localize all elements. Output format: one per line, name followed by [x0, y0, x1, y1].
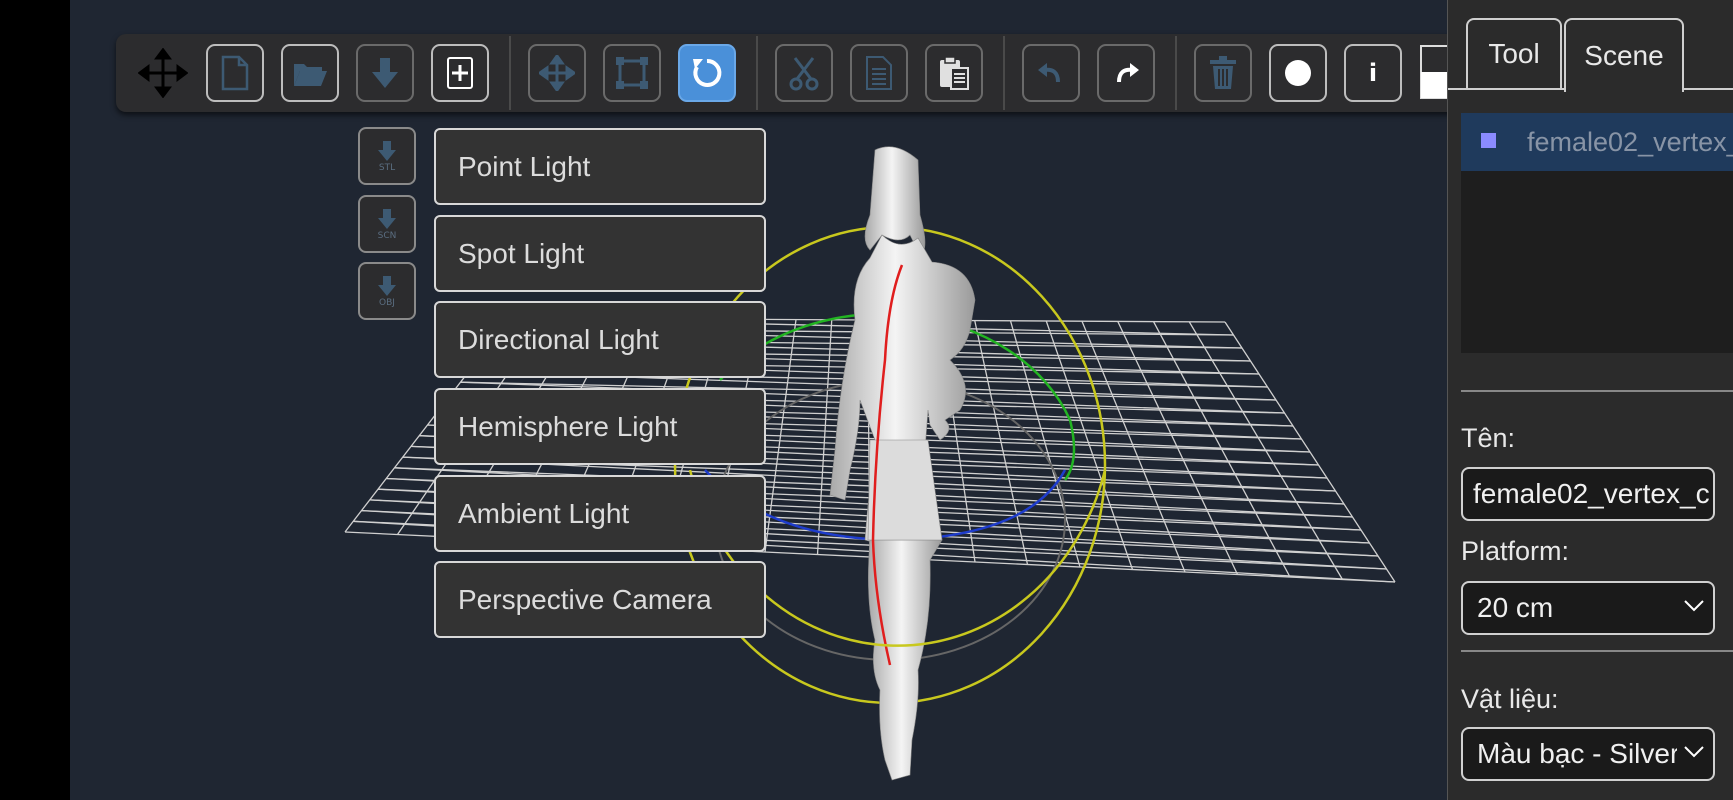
translate-button[interactable]	[528, 44, 586, 102]
material-value: Màu bạc - Silver	[1477, 738, 1677, 769]
download-icon	[378, 140, 396, 161]
chevron-down-icon	[1684, 600, 1704, 612]
mesh-color-swatch	[1481, 133, 1496, 148]
name-input[interactable]: female02_vertex_c	[1461, 467, 1715, 521]
rotate-button[interactable]	[678, 44, 736, 102]
paste-button[interactable]	[925, 44, 983, 102]
menu-item-hemisphere-light[interactable]: Hemisphere Light	[434, 388, 766, 465]
download-stl-button[interactable]: STL	[358, 127, 416, 185]
scene-list-item[interactable]: female02_vertex_c	[1461, 113, 1733, 171]
download-format-label: SCN	[377, 230, 397, 241]
sphere-button[interactable]	[1269, 44, 1327, 102]
scene-list: female02_vertex_c	[1461, 113, 1733, 353]
main-toolbar: i	[116, 34, 1486, 112]
open-folder-icon	[294, 64, 327, 86]
toolbar-separator	[1003, 36, 1005, 110]
cut-icon	[789, 57, 819, 91]
paste-icon	[940, 56, 969, 90]
redo-icon	[1117, 63, 1139, 83]
add-file-button[interactable]	[431, 44, 489, 102]
cut-button[interactable]	[775, 44, 833, 102]
trash-icon	[1210, 56, 1236, 89]
new-file-icon	[221, 55, 249, 91]
translate-icon	[539, 55, 575, 91]
download-obj-button[interactable]: OBJ	[358, 262, 416, 320]
download-icon	[378, 275, 396, 296]
name-label: Tên:	[1461, 423, 1516, 453]
material-select[interactable]: Màu bạc - Silver	[1461, 727, 1715, 781]
download-icon	[372, 58, 398, 88]
platform-select[interactable]: 20 cm	[1461, 581, 1715, 635]
toolbar-separator	[1175, 36, 1177, 110]
download-format-label: OBJ	[379, 297, 395, 308]
download-icon	[378, 208, 396, 229]
tab-tool[interactable]: Tool	[1466, 18, 1562, 90]
scale-icon	[616, 57, 648, 89]
divider	[1461, 390, 1733, 392]
undo-icon	[1038, 63, 1060, 83]
platform-value: 20 cm	[1477, 592, 1554, 623]
rotate-icon	[693, 58, 722, 87]
download-scn-button[interactable]: SCN	[358, 195, 416, 253]
tab-scene[interactable]: Scene	[1564, 18, 1684, 92]
menu-item-spot-light[interactable]: Spot Light	[434, 215, 766, 292]
undo-button[interactable]	[1022, 44, 1080, 102]
material-label: Vật liệu:	[1461, 684, 1559, 714]
toolbar-separator	[756, 36, 758, 110]
platform-label: Platform:	[1461, 536, 1570, 566]
scene-item-label: female02_vertex_c	[1527, 127, 1733, 157]
open-folder-button[interactable]	[281, 44, 339, 102]
info-icon: i	[1368, 59, 1378, 87]
chevron-down-icon	[1684, 746, 1704, 758]
scale-button[interactable]	[603, 44, 661, 102]
circle-icon	[1285, 60, 1311, 86]
menu-item-directional-light[interactable]: Directional Light	[434, 301, 766, 378]
add-file-icon	[447, 57, 473, 89]
download-format-label: STL	[378, 162, 396, 173]
download-button[interactable]	[356, 44, 414, 102]
new-file-button[interactable]	[206, 44, 264, 102]
female-model[interactable]	[829, 146, 976, 781]
menu-item-perspective-camera[interactable]: Perspective Camera	[434, 561, 766, 638]
copy-icon	[866, 56, 892, 90]
redo-button[interactable]	[1097, 44, 1155, 102]
menu-item-ambient-light[interactable]: Ambient Light	[434, 475, 766, 552]
delete-button[interactable]	[1194, 44, 1252, 102]
toolbar-separator	[509, 36, 511, 110]
copy-button[interactable]	[850, 44, 908, 102]
move-arrows-icon[interactable]	[137, 47, 189, 99]
divider	[1461, 650, 1733, 652]
info-button[interactable]: i	[1344, 44, 1402, 102]
menu-item-point-light[interactable]: Point Light	[434, 128, 766, 205]
properties-panel: Tool Scene female02_vertex_c Tên: female…	[1447, 0, 1733, 800]
